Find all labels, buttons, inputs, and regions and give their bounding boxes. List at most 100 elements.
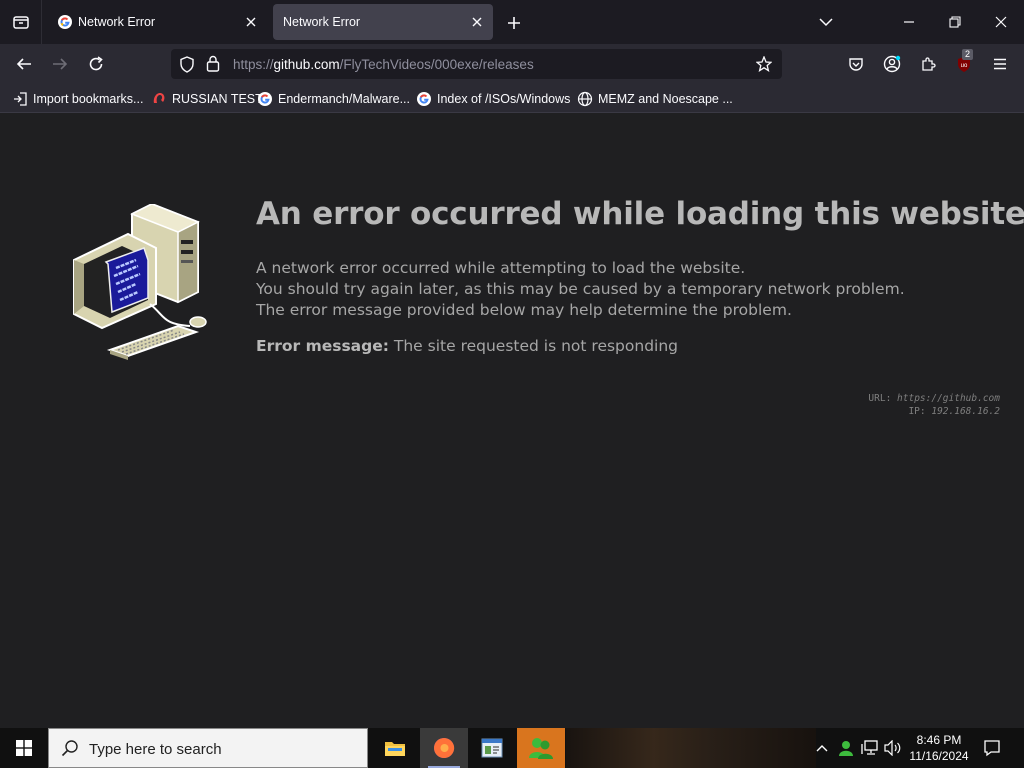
clock-date: 11/16/2024 [909,749,969,763]
chevron-down-icon [819,18,833,27]
account-button[interactable] [880,52,904,76]
error-message-text: The site requested is not responding [393,337,679,355]
error-meta-url: URL: https://github.com [868,393,1000,404]
error-meta-ip: IP: 192.168.16.2 [908,406,1000,417]
folder-icon [385,742,405,756]
speaker-icon [884,740,901,756]
shield-icon [180,56,194,73]
bookmark-endermanch-malware[interactable]: Endermanch/Malware... [257,90,410,108]
reload-icon [89,56,103,71]
lock-icon [206,55,220,72]
svg-text:uo: uo [961,63,968,69]
bookmark-russian-test[interactable]: RUSSIAN TEST [151,90,263,108]
restore-icon [949,16,961,28]
volume-button[interactable] [883,738,903,758]
tab-title: Network Error [283,15,361,29]
puzzle-icon [922,57,936,71]
error-description-line: The error message provided below may hel… [256,301,792,319]
close-icon [995,16,1007,28]
hamburger-menu-icon [994,58,1006,70]
list-all-tabs-button[interactable] [814,10,838,34]
tab-network-error-1[interactable]: Network Error [47,4,267,40]
taskbar-file-explorer[interactable] [371,728,419,768]
reload-button[interactable] [84,52,108,76]
ublock-origin-button[interactable]: uo 2 [952,49,976,76]
user-status-icon [839,741,853,756]
firefox-icon [434,737,455,758]
import-icon [12,91,28,107]
taskbar-wallpaper [566,728,816,768]
navigation-toolbar: https://github.com/FlyTechVideos/000exe/… [0,44,1024,84]
bookmark-memz-noescape[interactable]: MEMZ and Noescape ... [577,90,733,108]
action-center-button[interactable] [982,738,1002,758]
menu-button[interactable] [988,52,1012,76]
bookmark-label: Endermanch/Malware... [278,92,411,106]
bookmark-index-isos-windows[interactable]: Index of /ISOs/Windows [416,90,570,108]
globe-icon [577,91,593,107]
tab-bar: Network Error Network Error [0,0,1024,44]
start-button[interactable] [0,728,48,768]
search-icon [61,740,78,757]
app-window-icon [481,738,503,758]
taskbar-firefox[interactable] [420,728,468,768]
star-icon[interactable] [756,56,772,72]
windows-logo-icon [16,740,32,756]
bookmark-label: Index of /ISOs/Windows [437,92,571,106]
error-page: An error occurred while loading this web… [0,114,1024,728]
new-tab-button[interactable] [503,12,525,34]
taskbar-messenger[interactable] [517,728,565,768]
taskbar-search-box[interactable]: Type here to search [48,728,368,768]
show-hidden-icons-button[interactable] [812,738,832,758]
windows-taskbar: Type here to search 8:46 PM 11/16/2024 [0,728,1024,768]
tab-list-icon [12,16,29,29]
bookmark-label: RUSSIAN TEST [172,92,263,106]
google-icon [416,91,432,107]
url-text: https://github.com/FlyTechVideos/000exe/… [233,57,534,72]
site-icon [151,91,167,107]
messenger-people-icon [529,738,553,759]
tab-list-button[interactable] [0,0,42,44]
network-icon [861,740,878,755]
error-message-label: Error message: [256,337,389,355]
error-meta: URL: https://github.com IP: 192.168.16.2 [868,392,1000,418]
ublock-badge: 2 [962,49,974,60]
tray-user-icon-button[interactable] [836,738,856,758]
error-description: A network error occurred while attemptin… [256,258,905,321]
taskbar-app-window[interactable] [468,728,516,768]
tab-close-button[interactable] [243,14,259,30]
retro-computer-icon [73,204,207,360]
minimize-button[interactable] [897,10,921,34]
taskbar-clock[interactable]: 8:46 PM 11/16/2024 [904,732,974,764]
tab-network-error-2[interactable]: Network Error [273,4,493,40]
extensions-button[interactable] [916,52,940,76]
minimize-icon [904,21,914,23]
bookmark-label: Import bookmarks... [33,92,144,106]
error-message: Error message: The site requested is not… [256,337,678,355]
notification-icon [984,740,1000,757]
network-status-button[interactable] [860,738,880,758]
arrow-right-icon [53,58,68,70]
close-window-button[interactable] [989,10,1013,34]
tab-close-button[interactable] [469,14,485,30]
close-icon [246,17,256,27]
error-heading: An error occurred while loading this web… [256,196,1024,232]
pocket-icon [849,57,863,71]
tab-title: Network Error [78,15,156,29]
google-icon [58,15,72,29]
error-description-line: A network error occurred while attemptin… [256,259,746,277]
arrow-left-icon [16,58,31,70]
bookmarks-toolbar: Import bookmarks... RUSSIAN TEST Enderma… [0,84,1024,113]
plus-icon [508,17,520,29]
back-button[interactable] [12,52,36,76]
close-icon [472,17,482,27]
bookmark-label: MEMZ and Noescape ... [598,92,733,106]
url-bar[interactable]: https://github.com/FlyTechVideos/000exe/… [171,49,782,79]
restore-button[interactable] [943,10,967,34]
clock-time: 8:46 PM [916,733,962,747]
chevron-up-icon [816,745,828,752]
forward-button[interactable] [48,52,72,76]
bookmark-import[interactable]: Import bookmarks... [12,90,143,108]
google-icon [257,91,273,107]
account-icon [883,55,901,73]
pocket-button[interactable] [844,52,868,76]
